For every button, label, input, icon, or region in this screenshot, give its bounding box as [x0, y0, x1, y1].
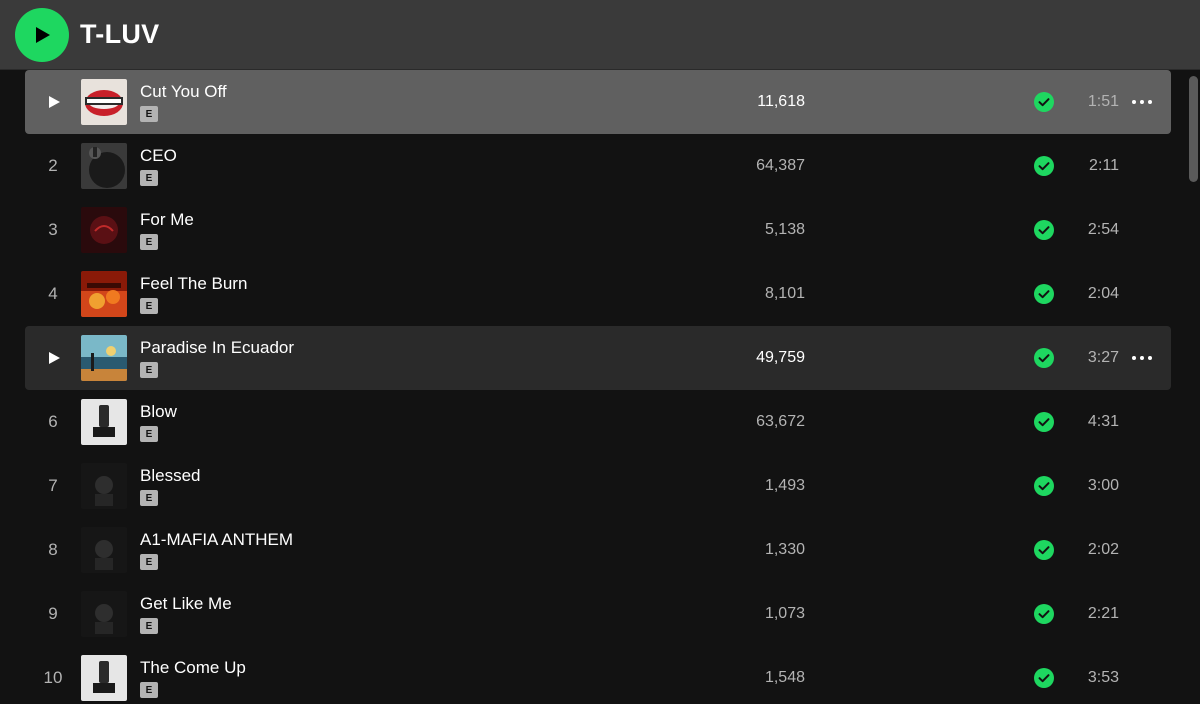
artist-header: T-LUV — [0, 0, 1200, 70]
track-row[interactable]: 10 The Come Up E 1,548 3:53 — [25, 646, 1171, 704]
saved-check-icon[interactable] — [1034, 284, 1054, 304]
track-row[interactable]: 2 CEO E 64,387 2:11 — [25, 134, 1171, 198]
track-duration: 2:02 — [1087, 541, 1119, 558]
track-title[interactable]: Paradise In Ecuador — [140, 338, 294, 358]
play-icon — [49, 96, 60, 108]
play-count: 5,138 — [764, 221, 805, 238]
track-row[interactable]: 6 Blow E 63,672 4:31 — [25, 390, 1171, 454]
track-row[interactable]: 7 Blessed E 1,493 3:00 — [25, 454, 1171, 518]
row-play-button[interactable] — [25, 326, 83, 390]
track-row[interactable]: 5 Paradise In Ecuador E 49,759 3:27 — [25, 326, 1171, 390]
play-count: 1,073 — [764, 605, 805, 622]
track-number: 10 — [43, 668, 63, 687]
explicit-badge: E — [140, 554, 158, 570]
track-title[interactable]: For Me — [140, 210, 194, 230]
track-duration: 2:04 — [1087, 285, 1119, 302]
track-duration: 3:00 — [1087, 477, 1119, 494]
track-row[interactable]: 3 For Me E 5,138 2:54 — [25, 198, 1171, 262]
explicit-badge: E — [140, 298, 158, 314]
play-count: 49,759 — [756, 349, 805, 366]
track-row[interactable]: 1 Cut You Off E 11,618 1:51 — [25, 70, 1171, 134]
more-options-button[interactable] — [1130, 326, 1154, 390]
track-number: 8 — [48, 540, 58, 559]
track-list: 1 Cut You Off E 11,618 1:51 2 — [0, 70, 1200, 704]
track-number: 3 — [48, 220, 58, 239]
track-title[interactable]: The Come Up — [140, 658, 246, 678]
track-row[interactable]: 4 Feel The Burn E 8,101 2:04 — [25, 262, 1171, 326]
track-duration: 2:21 — [1087, 605, 1119, 622]
explicit-badge: E — [140, 234, 158, 250]
saved-check-icon[interactable] — [1034, 348, 1054, 368]
saved-check-icon[interactable] — [1034, 476, 1054, 496]
play-count: 1,330 — [764, 541, 805, 558]
album-art — [81, 655, 127, 701]
saved-check-icon[interactable] — [1034, 412, 1054, 432]
more-options-button[interactable] — [1130, 70, 1154, 134]
explicit-badge: E — [140, 426, 158, 442]
explicit-badge: E — [140, 362, 158, 378]
album-art — [81, 207, 127, 253]
track-title[interactable]: Blessed — [140, 466, 200, 486]
more-icon — [1132, 356, 1152, 360]
album-art — [81, 79, 127, 125]
play-icon — [36, 26, 50, 43]
album-art — [81, 143, 127, 189]
album-art — [81, 591, 127, 637]
album-art — [81, 271, 127, 317]
track-number: 2 — [48, 156, 58, 175]
track-title[interactable]: Get Like Me — [140, 594, 232, 614]
saved-check-icon[interactable] — [1034, 668, 1054, 688]
track-number: 7 — [48, 476, 58, 495]
play-button[interactable] — [15, 7, 69, 62]
play-count: 11,618 — [757, 93, 805, 110]
scrollbar[interactable] — [1189, 76, 1198, 182]
play-count: 1,548 — [764, 669, 805, 686]
artist-name: T-LUV — [80, 19, 160, 49]
track-title[interactable]: Cut You Off — [140, 82, 227, 102]
track-row[interactable]: 8 A1-MAFIA ANTHEM E 1,330 2:02 — [25, 518, 1171, 582]
track-duration: 3:27 — [1087, 349, 1119, 366]
play-count: 63,672 — [756, 413, 805, 430]
track-title[interactable]: Feel The Burn — [140, 274, 247, 294]
track-duration: 2:54 — [1087, 221, 1119, 238]
explicit-badge: E — [140, 490, 158, 506]
album-art — [81, 527, 127, 573]
track-title[interactable]: CEO — [140, 146, 177, 166]
track-duration: 1:51 — [1087, 93, 1119, 110]
saved-check-icon[interactable] — [1034, 156, 1054, 176]
track-number: 6 — [48, 412, 58, 431]
album-art — [81, 399, 127, 445]
play-count: 64,387 — [756, 157, 805, 174]
explicit-badge: E — [140, 106, 158, 122]
explicit-badge: E — [140, 618, 158, 634]
row-play-button[interactable] — [25, 70, 83, 134]
track-title[interactable]: A1-MAFIA ANTHEM — [140, 530, 293, 550]
saved-check-icon[interactable] — [1034, 540, 1054, 560]
play-icon — [49, 352, 60, 364]
more-icon — [1132, 100, 1152, 104]
saved-check-icon[interactable] — [1034, 604, 1054, 624]
track-title[interactable]: Blow — [140, 402, 177, 422]
explicit-badge: E — [140, 682, 158, 698]
track-number: 4 — [48, 284, 58, 303]
track-number: 9 — [48, 604, 58, 623]
track-duration: 4:31 — [1087, 413, 1119, 430]
track-row[interactable]: 9 Get Like Me E 1,073 2:21 — [25, 582, 1171, 646]
play-count: 8,101 — [764, 285, 805, 302]
play-count: 1,493 — [764, 477, 805, 494]
track-duration: 3:53 — [1087, 669, 1119, 686]
album-art — [81, 335, 127, 381]
track-duration: 2:11 — [1089, 157, 1119, 174]
explicit-badge: E — [140, 170, 158, 186]
saved-check-icon[interactable] — [1034, 220, 1054, 240]
album-art — [81, 463, 127, 509]
saved-check-icon[interactable] — [1034, 92, 1054, 112]
